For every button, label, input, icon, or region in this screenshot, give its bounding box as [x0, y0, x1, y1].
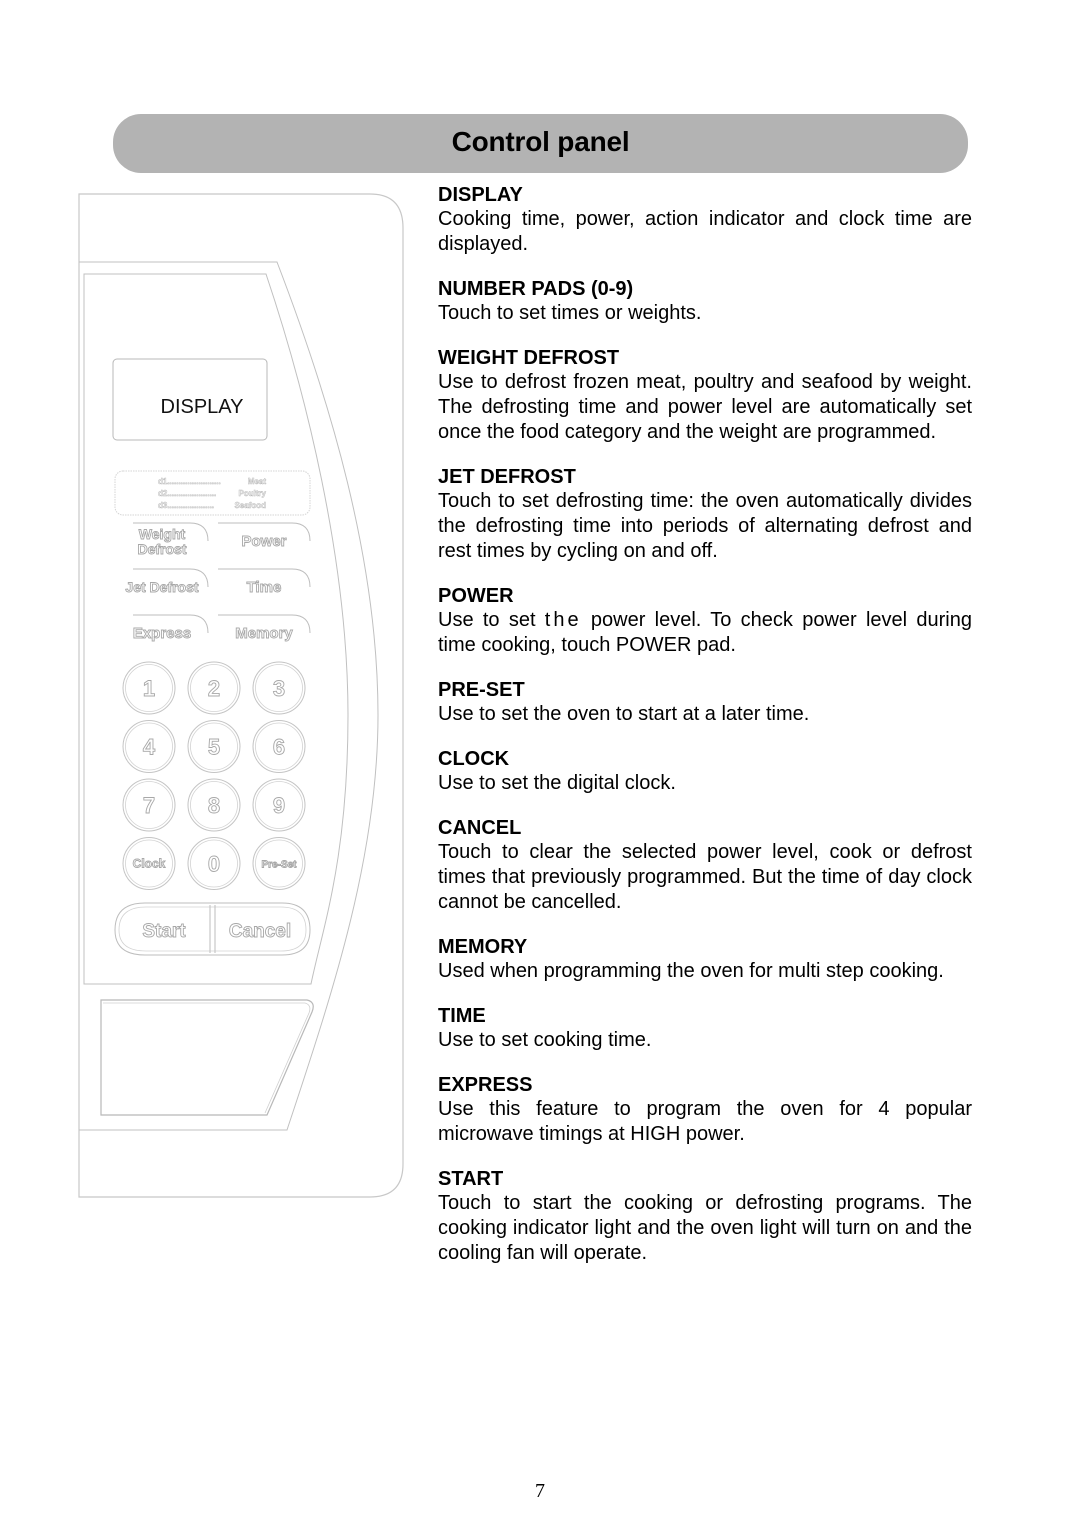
number-1-button-label: 1: [143, 676, 155, 701]
number-4-button-label: 4: [143, 735, 156, 760]
section-weight-defrost: WEIGHT DEFROST Use to defrost frozen mea…: [438, 346, 972, 445]
section-title: CANCEL: [438, 817, 522, 839]
number-0-button-label: 0: [208, 852, 220, 877]
door-release-panel-inner: [103, 1002, 311, 1114]
time-label: Time: [247, 579, 282, 596]
time-button[interactable]: Time: [218, 568, 311, 596]
section-memory: MEMORY Used when programming the oven fo…: [438, 935, 972, 984]
start-cancel-group: Start Cancel: [114, 902, 311, 956]
section-body: Used when programming the oven for multi…: [438, 960, 944, 982]
section-body: Cooking time, power, action indicator an…: [438, 208, 972, 255]
section-body: Use to set cooking time.: [438, 1029, 652, 1051]
pre-set-button-label: Pre-Set: [261, 860, 297, 871]
section-time: TIME Use to set cooking time.: [438, 1004, 972, 1053]
section-body: Use this feature to program the oven for…: [438, 1098, 972, 1145]
legend-category: Seafood: [234, 501, 266, 510]
weight-defrost-label-line2: Defrost: [137, 541, 186, 557]
function-keys: WeightDefrost Power Jet Defrost Time Express…: [125, 522, 311, 642]
legend-code: d2......................: [158, 489, 216, 498]
page-number: 7: [535, 1480, 545, 1502]
memory-label: Memory: [235, 625, 293, 642]
section-title: PRE-SET: [438, 679, 525, 701]
number-9-button[interactable]: 9: [252, 778, 306, 832]
start-button-label: Start: [142, 921, 186, 942]
clock-button[interactable]: Clock: [122, 837, 176, 890]
section-title: TIME: [438, 1005, 486, 1027]
section-title: NUMBER PADS (0-9): [438, 278, 634, 300]
section-body: Use to set the oven to start at a later …: [438, 703, 810, 725]
section-title: MEMORY: [438, 936, 528, 958]
number-0-button[interactable]: 0: [187, 837, 241, 890]
number-4-button[interactable]: 4: [122, 720, 176, 773]
start-button[interactable]: Start: [120, 907, 209, 951]
defrost-legend: d1........................ Meat d2........…: [158, 477, 267, 511]
section-power: POWER Use to set the power level. To che…: [438, 584, 972, 658]
section-body: Touch to set times or weights.: [438, 302, 702, 324]
cancel-button[interactable]: Cancel: [216, 907, 306, 951]
section-body-spaced: the: [544, 609, 582, 631]
number-5-button-label: 5: [208, 735, 220, 760]
number-3-button[interactable]: 3: [252, 661, 306, 715]
number-2-button-label: 2: [208, 676, 220, 701]
display-window-label: DISPLAY: [161, 396, 244, 418]
section-cancel: CANCEL Touch to clear the selected power…: [438, 816, 972, 915]
section-title: POWER: [438, 585, 514, 607]
section-title: CLOCK: [438, 748, 510, 770]
jet-defrost-button[interactable]: Jet Defrost: [125, 568, 209, 595]
door-release-panel: [100, 999, 314, 1116]
power-button[interactable]: Power: [218, 522, 311, 550]
number-8-button-label: 8: [208, 793, 220, 818]
power-label: Power: [241, 533, 286, 550]
section-title: JET DEFROST: [438, 466, 576, 488]
section-display: DISPLAY Cooking time, power, action indi…: [438, 183, 972, 257]
section-body: Use to set the power level. To check pow…: [438, 608, 972, 658]
express-button[interactable]: Express: [132, 614, 209, 642]
legend-code: d1........................: [158, 477, 221, 486]
legend-code: d3.....................: [158, 501, 214, 510]
section-express: EXPRESS Use this feature to program the …: [438, 1073, 972, 1147]
number-2-button[interactable]: 2: [187, 661, 241, 715]
clock-button-label: Clock: [133, 857, 166, 871]
section-body: Touch to clear the selected power level,…: [438, 841, 972, 913]
legend-category: Poultry: [238, 489, 266, 498]
section-title: WEIGHT DEFROST: [438, 347, 620, 369]
legend-category: Meat: [248, 477, 267, 486]
number-5-button[interactable]: 5: [187, 720, 241, 773]
section-title: DISPLAY: [438, 184, 523, 206]
number-7-button-label: 7: [143, 793, 155, 818]
section-title: EXPRESS: [438, 1074, 533, 1096]
cancel-button-label: Cancel: [229, 921, 291, 942]
section-title: START: [438, 1168, 504, 1190]
number-keys: 1 2 3 4 5 6 7 8 9 Clock 0 Pre-Set: [122, 661, 306, 890]
section-pre-set: PRE-SET Use to set the oven to start at …: [438, 678, 972, 727]
number-3-button-label: 3: [273, 676, 285, 701]
memory-button[interactable]: Memory: [218, 614, 311, 642]
weight-defrost-label-line1: Weight: [139, 526, 186, 542]
jet-defrost-label: Jet Defrost: [125, 579, 198, 595]
weight-defrost-button[interactable]: WeightDefrost: [133, 522, 209, 557]
pre-set-button[interactable]: Pre-Set: [252, 837, 306, 890]
number-6-button-label: 6: [273, 735, 285, 760]
section-number-pads: NUMBER PADS (0-9) Touch to set times or …: [438, 277, 972, 326]
section-clock: CLOCK Use to set the digital clock.: [438, 747, 972, 796]
section-body: Use to set the digital clock.: [438, 772, 676, 794]
section-start: START Touch to start the cooking or defr…: [438, 1167, 972, 1266]
express-label: Express: [133, 625, 191, 642]
section-body: Use to defrost frozen meat, poultry and …: [438, 371, 984, 443]
section-body: Touch to start the cooking or defrosting…: [438, 1192, 972, 1264]
number-7-button[interactable]: 7: [122, 778, 176, 832]
number-6-button[interactable]: 6: [252, 720, 306, 773]
number-8-button[interactable]: 8: [187, 778, 241, 832]
section-jet-defrost: JET DEFROST Touch to set defrosting time…: [438, 465, 972, 564]
description-column: DISPLAY Cooking time, power, action indi…: [438, 183, 972, 1286]
section-body-part: Use to set: [438, 609, 545, 631]
number-1-button[interactable]: 1: [122, 661, 176, 715]
number-9-button-label: 9: [273, 793, 285, 818]
section-body: Touch to set defrosting time: the oven a…: [438, 490, 972, 562]
